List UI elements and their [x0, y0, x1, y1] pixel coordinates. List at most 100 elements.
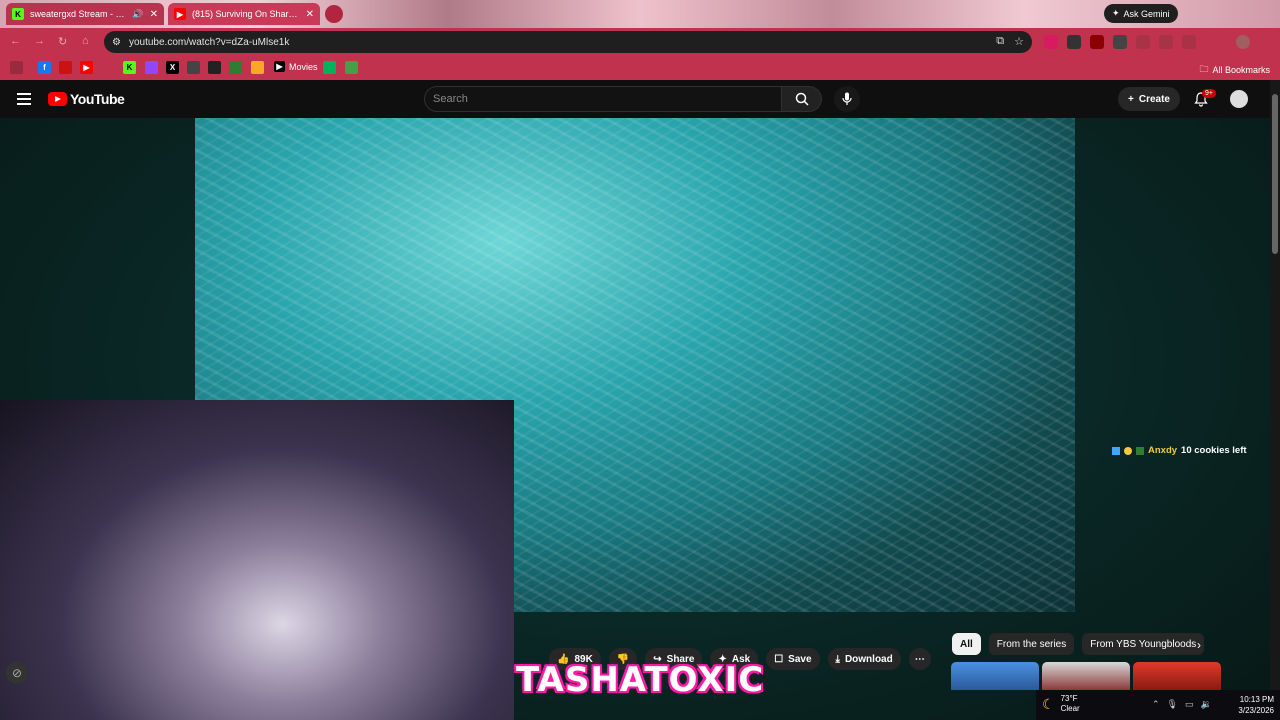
extension-icon[interactable] [1159, 35, 1173, 49]
microphone-icon[interactable]: 🎙 [1167, 699, 1178, 710]
bookmark-icon[interactable] [208, 61, 221, 74]
reload-icon[interactable]: ↻ [58, 35, 67, 48]
bookmark-icon[interactable] [323, 61, 336, 74]
volume-icon[interactable]: 🔉 [1201, 699, 1212, 710]
create-label: Create [1138, 93, 1170, 105]
bookmark-label: Movies [289, 61, 318, 72]
youtube-logo[interactable]: YouTube [48, 91, 125, 107]
install-app-icon[interactable]: ⧉ [996, 35, 1004, 48]
bookmark-icon: ☐ [774, 653, 784, 665]
bookmark-icon[interactable] [229, 61, 242, 74]
clock-time: 10:13 PM [1239, 695, 1274, 704]
chip-from-ybs-youngbloods[interactable]: From YBS Youngbloods [1082, 633, 1205, 655]
search-button[interactable] [782, 86, 822, 112]
moon-icon: ☾ [1042, 695, 1055, 712]
bookmark-icon[interactable] [345, 61, 358, 74]
chip-all[interactable]: All [952, 633, 981, 655]
microphone-icon [842, 92, 852, 105]
bookmark-icon[interactable] [187, 61, 200, 74]
save-label: Save [788, 653, 812, 665]
all-bookmarks-button[interactable]: 🗀 All Bookmarks [1199, 62, 1270, 78]
chevron-up-icon[interactable]: ⌃ [1152, 699, 1160, 710]
address-bar[interactable]: ⚙ youtube.com/watch?v=dZa-uMlse1k ⧉ ☆ [104, 31, 1032, 53]
streamer-name-overlay: TASHATOXIC [516, 660, 765, 700]
monitor-icon[interactable]: ▭ [1185, 699, 1194, 710]
tab-strip: K sweatergxd Stream - Watch 🔊 ✕ ▶ (815) … [0, 0, 1280, 28]
more-icon: ⋯ [914, 653, 925, 665]
download-icon: ⤓ [835, 653, 840, 665]
ask-gemini-button[interactable]: ✦ Ask Gemini [1104, 4, 1178, 23]
related-videos [951, 662, 1221, 690]
forward-icon[interactable]: → [34, 35, 45, 47]
badge-icon [1124, 446, 1132, 455]
stream-chat-message: Anxdy 10 cookies left [1112, 445, 1247, 456]
facebook-icon[interactable]: f [38, 61, 51, 74]
close-icon[interactable]: ✕ [150, 9, 158, 20]
menu-icon[interactable] [17, 93, 31, 105]
clock[interactable]: 10:13 PM 3/23/2026 [1230, 694, 1274, 716]
youtube-header: YouTube + Create 9+ [0, 80, 1270, 118]
youtube-icon[interactable]: ▶ [80, 61, 93, 74]
extension-icon[interactable] [1113, 35, 1127, 49]
folder-icon: 🗀 [1199, 64, 1209, 74]
related-filter-chips: All From the series From YBS Youngbloods [952, 633, 1205, 655]
tab-title: sweatergxd Stream - Watch [30, 9, 126, 19]
gemini-icon: ✦ [1112, 8, 1120, 18]
tab-kick-stream[interactable]: K sweatergxd Stream - Watch 🔊 ✕ [6, 3, 164, 25]
create-button[interactable]: + Create [1118, 87, 1180, 111]
chip-from-the-series[interactable]: From the series [988, 633, 1075, 655]
site-info-icon[interactable]: ⚙ [112, 37, 121, 48]
search-input[interactable] [424, 86, 782, 112]
x-icon[interactable]: X [166, 61, 179, 74]
plus-icon: + [1128, 93, 1134, 105]
notification-badge: 9+ [1202, 89, 1216, 98]
webcam-overlay: ⊘ [0, 400, 514, 720]
new-tab-button[interactable] [325, 5, 343, 23]
kick-icon[interactable]: K [123, 61, 136, 74]
weather-widget[interactable]: ☾ 73°F Clear [1042, 694, 1080, 714]
bookmark-icon[interactable] [251, 61, 264, 74]
back-icon[interactable]: ← [10, 35, 21, 47]
profile-avatar[interactable] [1236, 35, 1250, 49]
search-icon [795, 92, 809, 106]
search-bar [424, 86, 822, 112]
clock-date: 3/23/2026 [1238, 706, 1274, 715]
twitch-icon[interactable] [145, 61, 158, 74]
more-actions-button[interactable]: ⋯ [908, 648, 931, 670]
ask-gemini-label: Ask Gemini [1123, 8, 1170, 19]
bookmark-icon[interactable] [10, 61, 23, 74]
scrollbar-thumb[interactable] [1272, 94, 1278, 254]
extension-icon[interactable] [1136, 35, 1150, 49]
chevron-right-icon[interactable]: › [1197, 638, 1201, 652]
tab-youtube-video[interactable]: ▶ (815) Surviving On Shark Island ✕ [168, 3, 320, 25]
speaker-icon[interactable]: 🔊 [132, 9, 143, 20]
extension-icon[interactable] [1067, 35, 1081, 49]
save-button[interactable]: ☐ Save [766, 648, 820, 670]
video-thumbnail[interactable] [1133, 662, 1221, 690]
temperature: 73°F [1060, 694, 1078, 703]
video-thumbnail[interactable] [951, 662, 1039, 690]
bookmark-star-icon[interactable]: ☆ [1014, 35, 1024, 48]
extensions-row [1044, 35, 1196, 49]
url-text: youtube.com/watch?v=dZa-uMlse1k [128, 36, 290, 48]
extension-icon[interactable] [1044, 35, 1058, 49]
home-icon[interactable]: ⌂ [82, 35, 89, 47]
voice-search-button[interactable] [834, 86, 860, 112]
download-label: Download [844, 653, 893, 665]
system-tray: ⌃ 🎙 ▭ 🔉 [1152, 699, 1212, 710]
extension-icon[interactable] [1182, 35, 1196, 49]
taskbar: ☾ 73°F Clear ⌃ 🎙 ▭ 🔉 10:13 PM 3/23/2026 [1036, 690, 1280, 720]
badge-icon [1136, 446, 1144, 455]
video-thumbnail[interactable] [1042, 662, 1130, 690]
youtube-icon: ▶ [174, 8, 186, 20]
youtube-play-icon [48, 92, 67, 106]
extension-icon[interactable] [1090, 35, 1104, 49]
browser-toolbar: ← → ↻ ⌂ ⚙ youtube.com/watch?v=dZa-uMlse1… [0, 28, 1280, 56]
chat-message-text: 10 cookies left [1181, 445, 1247, 456]
scrollbar[interactable] [1270, 80, 1280, 720]
close-icon[interactable]: ✕ [306, 9, 314, 20]
bookmark-icon[interactable] [59, 61, 72, 74]
account-avatar[interactable] [1230, 90, 1248, 108]
bookmark-movies[interactable]: ▶ Movies [274, 61, 318, 72]
download-button[interactable]: ⤓ Download [827, 648, 901, 670]
